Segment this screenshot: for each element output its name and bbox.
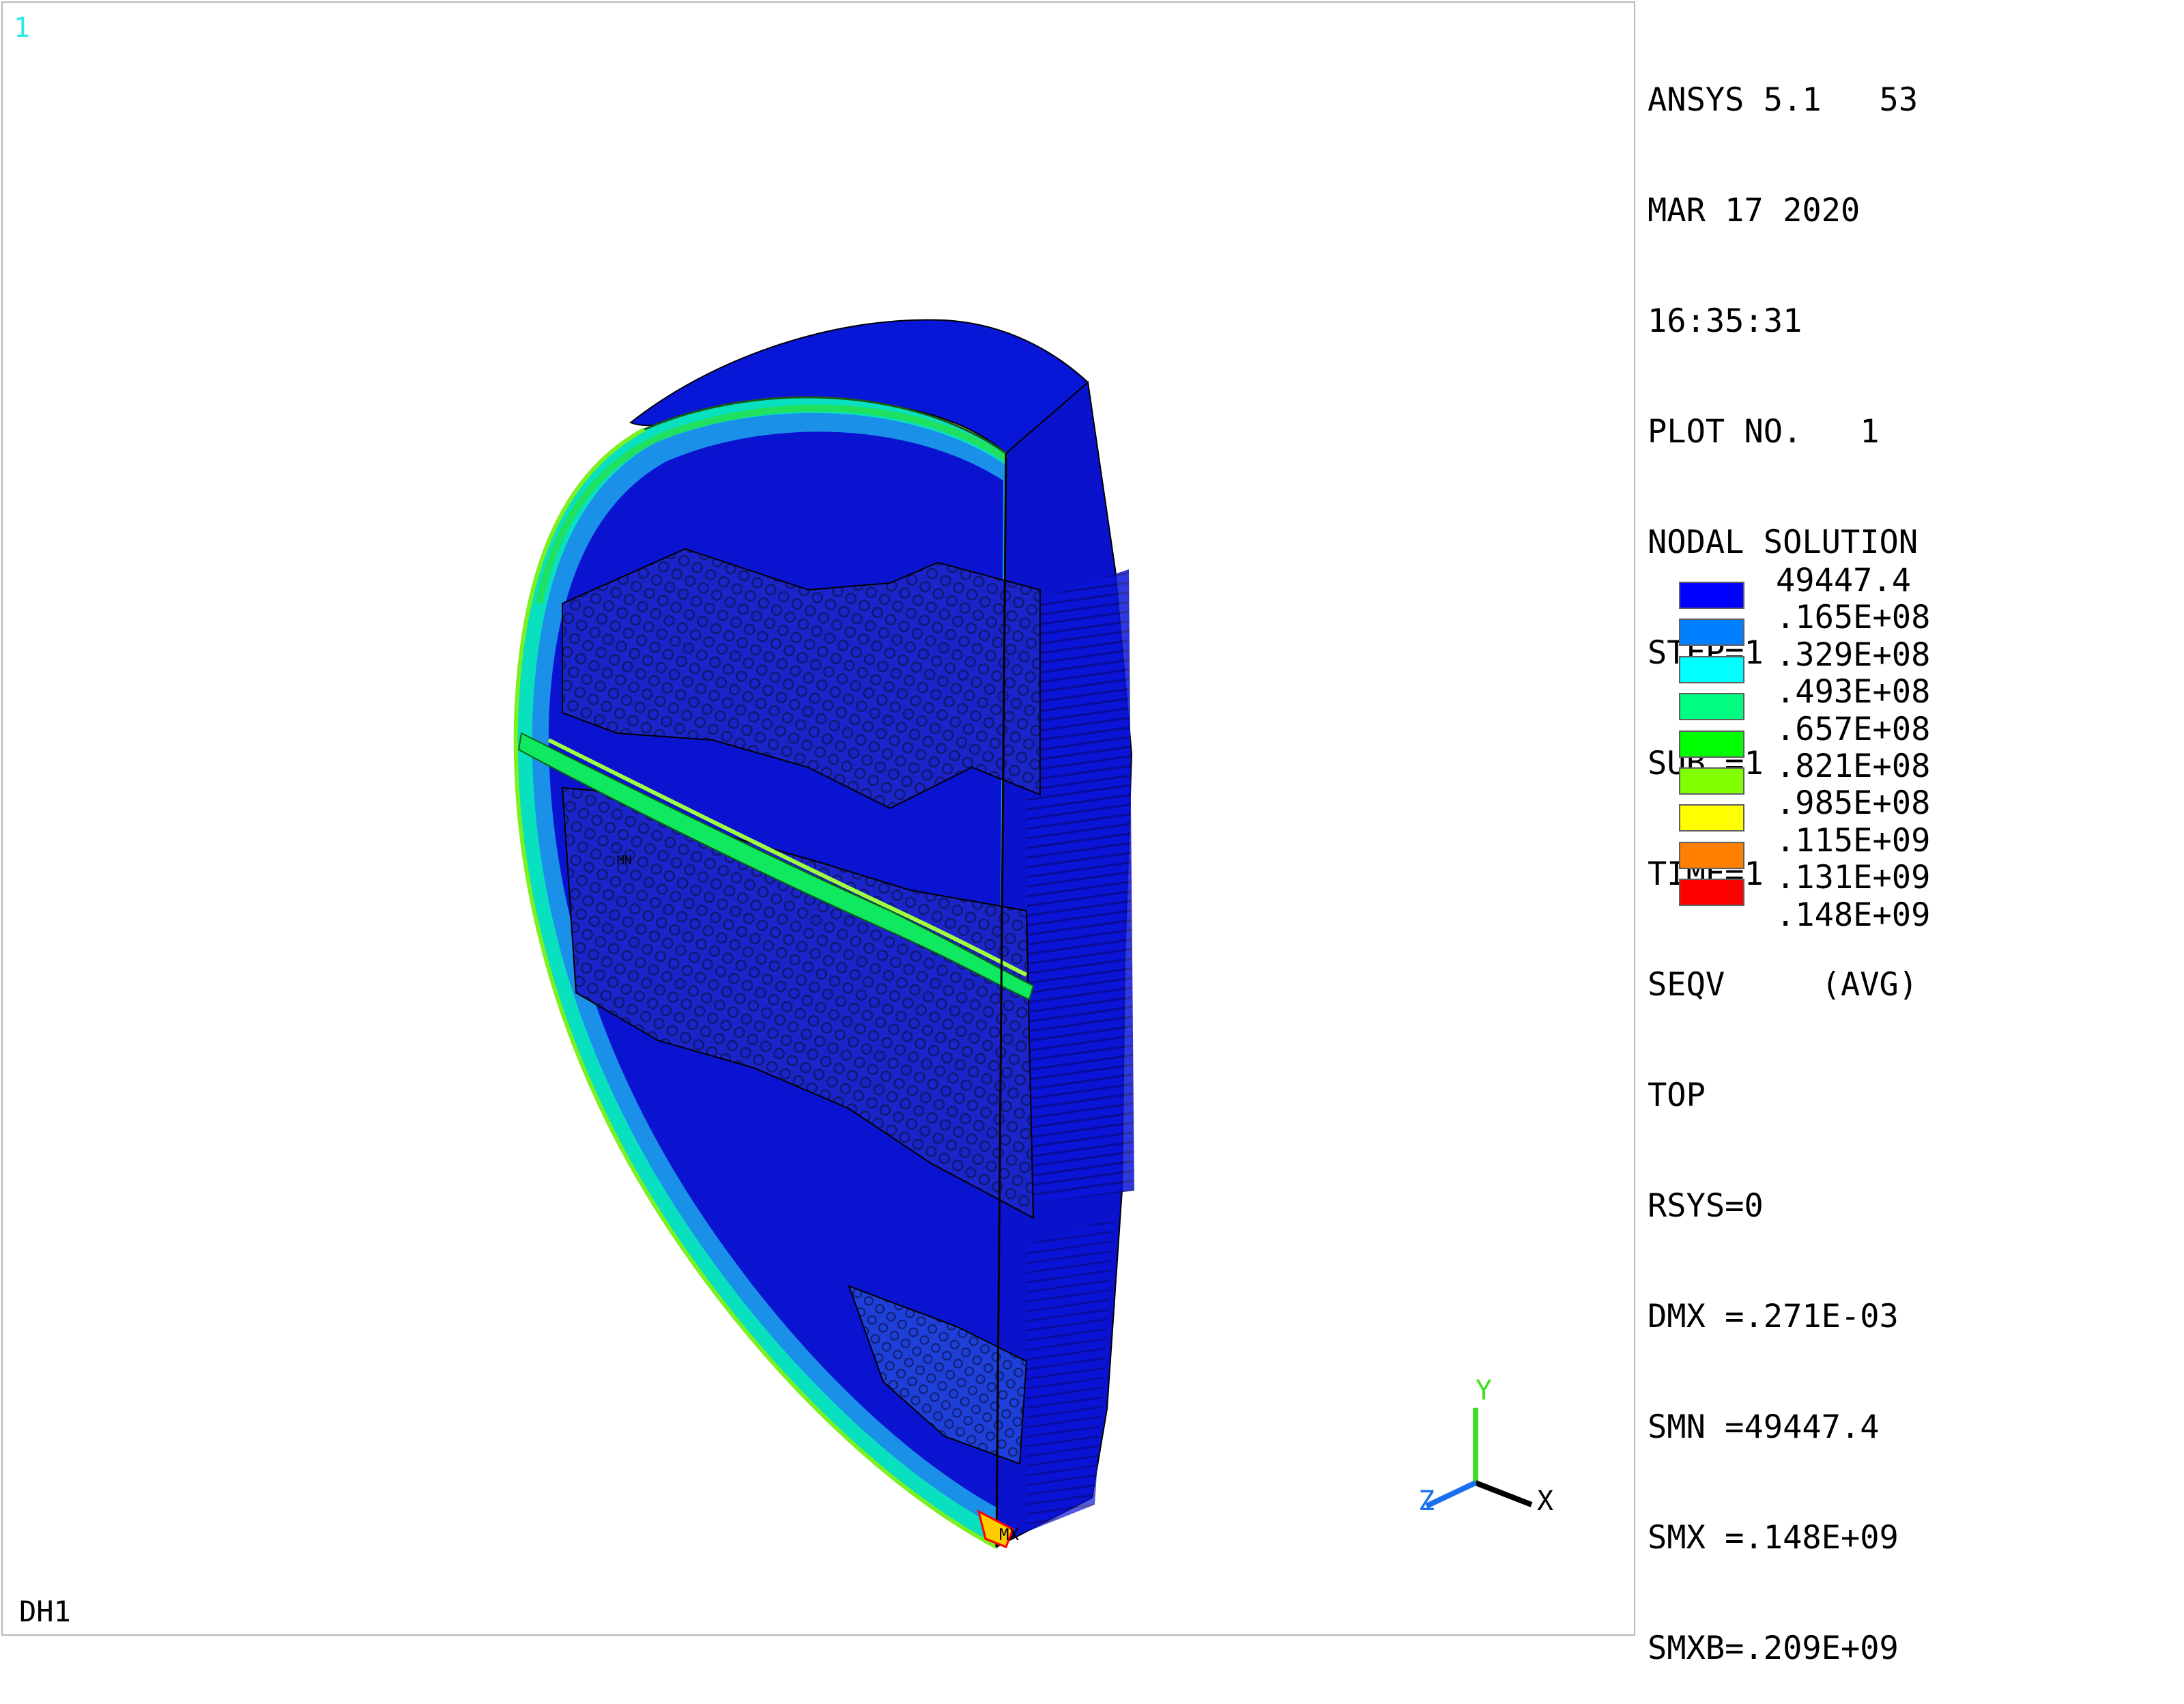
info-line: SMX =.148E+09 [1648,1519,1899,1557]
legend-value: .985E+08 [1776,784,1931,823]
info-line: ANSYS 5.1 53 [1648,81,1919,119]
legend-row: .131E+09 [1648,859,2166,907]
legend-row: 49447.4 [1648,562,2166,609]
legend-value: .148E+09 [1776,896,1931,934]
fea-model-contour-plot[interactable]: MX MN [3,3,1634,1634]
side-face-ridges [1026,569,1134,1204]
info-line: TOP [1648,1077,1706,1114]
info-line: RSYS=0 [1648,1187,1764,1225]
legend-value: .115E+09 [1776,821,1931,860]
info-line: NODAL SOLUTION [1648,524,1919,561]
info-line: MAR 17 2020 [1648,192,1860,229]
legend-value: .329E+08 [1776,636,1931,674]
legend-row: .657E+08 [1648,710,2166,758]
axis-triad: Y X Z [1418,1375,1553,1511]
x-axis-icon [1474,1480,1533,1507]
triad-x-label: X [1537,1486,1553,1511]
side-face-lower [1026,1218,1114,1532]
info-line: DMX =.271E-03 [1648,1298,1899,1335]
info-line: SEQV (AVG) [1648,966,1919,1004]
legend-value: .821E+08 [1776,748,1931,785]
info-line: PLOT NO. 1 [1648,413,1880,451]
info-line: SMXB=.209E+09 [1648,1630,1899,1667]
legend-row: .148E+09 [1648,896,2166,934]
legend-value: .493E+08 [1776,673,1931,711]
legend-row: .985E+08 [1648,784,2166,832]
legend-value: .131E+09 [1776,859,1931,897]
legend-value: .165E+08 [1776,599,1931,637]
info-line: SMN =49447.4 [1648,1408,1880,1446]
triad-y-label: Y [1476,1375,1492,1406]
legend-row: .165E+08 [1648,599,2166,647]
graphics-window[interactable]: 1 MX MN Y X Z DH1 [1,1,1635,1636]
max-marker: MX [999,1525,1019,1544]
legend-row: .329E+08 [1648,636,2166,683]
legend-row: .821E+08 [1648,748,2166,795]
window-label: DH1 [19,1595,71,1628]
min-marker: MN [617,853,632,868]
legend-row: .115E+09 [1648,821,2166,869]
legend-value: 49447.4 [1776,562,1912,599]
legend-row: .493E+08 [1648,673,2166,721]
triad-z-label: Z [1418,1486,1435,1511]
info-line: 16:35:31 [1648,302,1802,340]
legend-value: .657E+08 [1776,710,1931,748]
